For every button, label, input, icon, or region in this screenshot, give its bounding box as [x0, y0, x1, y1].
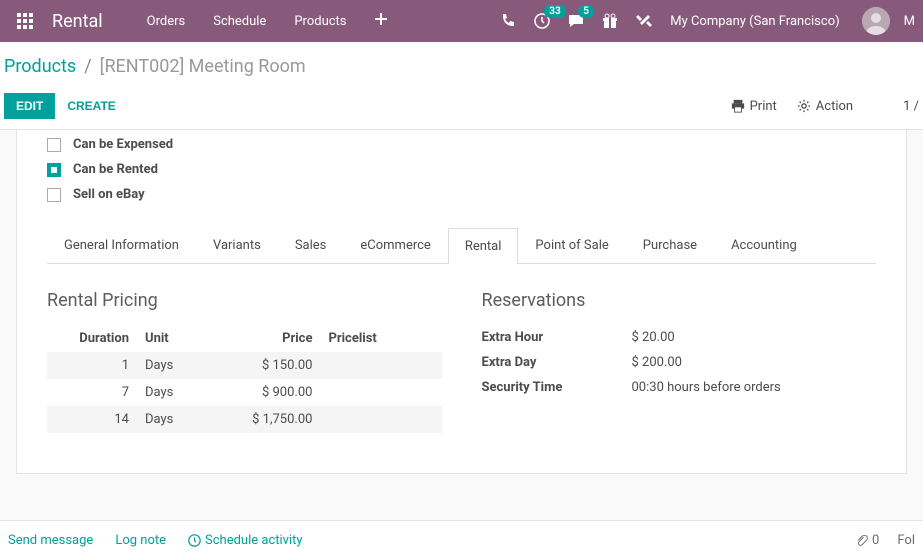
print-button[interactable]: Print — [731, 99, 777, 114]
checkbox-icon[interactable] — [47, 188, 61, 202]
chat-icon[interactable]: 5 — [568, 13, 584, 29]
tabs: General Information Variants Sales eComm… — [47, 227, 876, 264]
table-row[interactable]: 14 Days $ 1,750.00 — [47, 406, 442, 433]
kv-value: $ 200.00 — [632, 355, 683, 370]
kv-label: Extra Day — [482, 355, 632, 370]
user-avatar[interactable] — [862, 7, 890, 35]
attach-count: 0 — [872, 533, 879, 548]
top-nav: Rental Orders Schedule Products 33 5 My … — [0, 0, 923, 42]
tab-sales[interactable]: Sales — [278, 227, 344, 263]
check-label: Sell on eBay — [73, 187, 145, 202]
apps-icon[interactable] — [8, 4, 42, 38]
nav-orders[interactable]: Orders — [147, 14, 186, 29]
kv-security-time: Security Time 00:30 hours before orders — [482, 375, 877, 400]
check-label: Can be Rented — [73, 162, 158, 177]
pricing-table: Duration Unit Price Pricelist 1 Days $ 1… — [47, 325, 442, 433]
badge-messages: 5 — [578, 5, 594, 18]
tab-ecommerce[interactable]: eCommerce — [343, 227, 447, 263]
badge-activities: 33 — [544, 5, 565, 18]
th-price: Price — [220, 325, 320, 352]
kv-value: 00:30 hours before orders — [632, 380, 781, 395]
checkbox-icon[interactable] — [47, 163, 61, 177]
nav-schedule[interactable]: Schedule — [213, 14, 266, 29]
clock-icon — [188, 534, 201, 547]
tab-variants[interactable]: Variants — [196, 227, 278, 263]
control-actions: Print Action — [731, 99, 854, 114]
edit-button[interactable]: EDIT — [4, 93, 55, 119]
section-title-reservations: Reservations — [482, 290, 877, 311]
create-button[interactable]: CREATE — [55, 93, 127, 119]
phone-icon[interactable] — [500, 13, 516, 29]
breadcrumb-bar: Products / [RENT002] Meeting Room — [0, 42, 923, 87]
section-title-pricing: Rental Pricing — [47, 290, 442, 311]
nav-products[interactable]: Products — [294, 14, 346, 29]
company-name[interactable]: My Company (San Francisco) — [670, 14, 839, 29]
cell-pricelist — [320, 379, 441, 406]
tab-rental[interactable]: Rental — [448, 228, 519, 264]
check-sell-on-ebay[interactable]: Sell on eBay — [47, 182, 876, 207]
send-message-button[interactable]: Send message — [8, 533, 93, 548]
gift-icon[interactable] — [602, 13, 618, 29]
tab-general[interactable]: General Information — [47, 227, 196, 263]
cell-pricelist — [320, 406, 441, 433]
attachments-button[interactable]: 0 — [856, 533, 879, 548]
schedule-label: Schedule activity — [205, 533, 303, 548]
kv-extra-day: Extra Day $ 200.00 — [482, 350, 877, 375]
cell-price: $ 150.00 — [220, 352, 320, 379]
action-label: Action — [816, 99, 853, 114]
check-can-be-expensed[interactable]: Can be Expensed — [47, 132, 876, 157]
follow-button[interactable]: Fol — [897, 533, 915, 548]
tab-purchase[interactable]: Purchase — [626, 227, 714, 263]
tab-accounting[interactable]: Accounting — [714, 227, 814, 263]
paperclip-icon — [856, 535, 868, 547]
app-name[interactable]: Rental — [52, 11, 103, 32]
cell-duration: 1 — [47, 352, 137, 379]
check-can-be-rented[interactable]: Can be Rented — [47, 157, 876, 182]
table-row[interactable]: 7 Days $ 900.00 — [47, 379, 442, 406]
cell-duration: 14 — [47, 406, 137, 433]
check-label: Can be Expensed — [73, 137, 173, 152]
kv-value: $ 20.00 — [632, 330, 675, 345]
kv-label: Security Time — [482, 380, 632, 395]
cell-unit: Days — [137, 352, 220, 379]
footer-right: 0 Fol — [856, 533, 915, 548]
table-row[interactable]: 1 Days $ 150.00 — [47, 352, 442, 379]
print-icon — [731, 99, 745, 113]
breadcrumb-current: [RENT002] Meeting Room — [100, 56, 306, 77]
th-unit: Unit — [137, 325, 220, 352]
form-sheet: Can be Expensed Can be Rented Sell on eB… — [16, 130, 907, 474]
log-note-button[interactable]: Log note — [115, 533, 166, 548]
nav-right: 33 5 My Company (San Francisco) M — [500, 7, 915, 35]
chatter-footer: Send message Log note Schedule activity … — [0, 520, 923, 560]
checkbox-icon[interactable] — [47, 138, 61, 152]
tab-pos[interactable]: Point of Sale — [518, 227, 625, 263]
tools-icon[interactable] — [636, 13, 652, 29]
breadcrumb-root[interactable]: Products — [4, 56, 76, 77]
tab-content: Rental Pricing Duration Unit Price Price… — [47, 264, 876, 433]
pager[interactable]: 1 / — [903, 99, 919, 114]
user-initial: M — [904, 14, 915, 29]
print-label: Print — [750, 99, 777, 114]
cell-unit: Days — [137, 406, 220, 433]
nav-add[interactable] — [375, 13, 387, 29]
cell-unit: Days — [137, 379, 220, 406]
col-reservations: Reservations Extra Hour $ 20.00 Extra Da… — [482, 290, 877, 433]
cell-pricelist — [320, 352, 441, 379]
kv-label: Extra Hour — [482, 330, 632, 345]
cell-price: $ 900.00 — [220, 379, 320, 406]
action-button[interactable]: Action — [797, 99, 853, 114]
clock-icon[interactable]: 33 — [534, 13, 550, 29]
col-pricing: Rental Pricing Duration Unit Price Price… — [47, 290, 442, 433]
breadcrumb-sep: / — [84, 56, 91, 77]
th-pricelist: Pricelist — [320, 325, 441, 352]
cell-duration: 7 — [47, 379, 137, 406]
schedule-activity-button[interactable]: Schedule activity — [188, 533, 303, 548]
cell-price: $ 1,750.00 — [220, 406, 320, 433]
gear-icon — [797, 99, 811, 113]
control-bar: EDIT CREATE Print Action 1 / — [0, 87, 923, 130]
th-duration: Duration — [47, 325, 137, 352]
breadcrumb: Products / [RENT002] Meeting Room — [4, 56, 919, 77]
kv-extra-hour: Extra Hour $ 20.00 — [482, 325, 877, 350]
